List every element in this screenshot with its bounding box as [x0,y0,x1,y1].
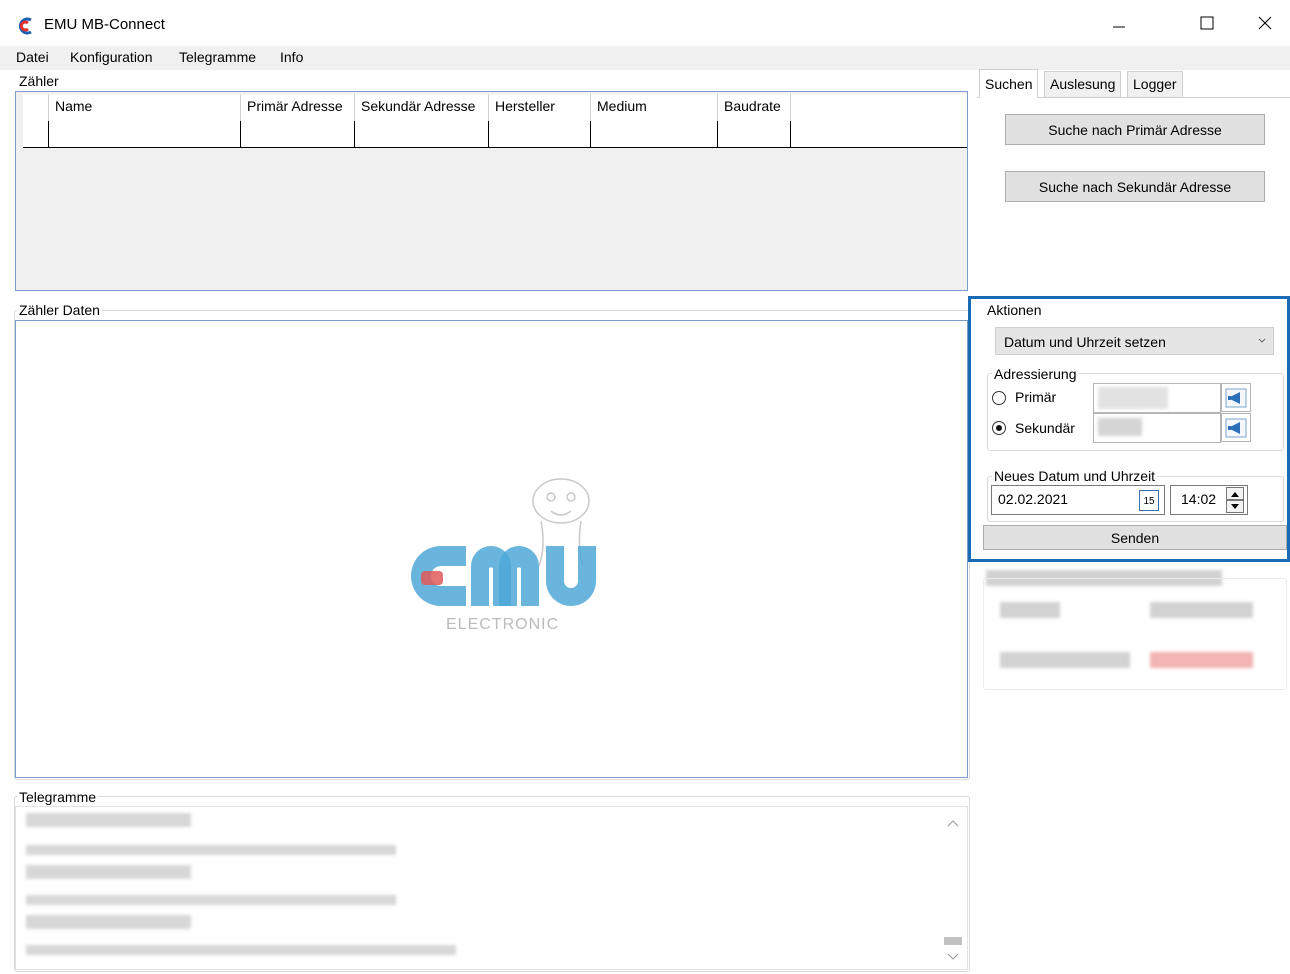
megaphone-icon [1225,388,1247,407]
minimize-button[interactable] [1090,0,1148,46]
column-primary-address[interactable]: Primär Adresse [241,94,355,121]
meter-data-panel[interactable]: ELECTRONIC [15,320,968,778]
table-cell[interactable] [355,121,489,148]
column-manufacturer[interactable]: Hersteller [489,94,591,121]
close-button[interactable] [1236,0,1290,46]
secondary-address-lookup-button[interactable] [1221,413,1251,442]
meters-group-title: Zähler [17,73,61,89]
row-header-column [23,94,49,121]
search-primary-button[interactable]: Suche nach Primär Adresse [1005,114,1265,145]
emu-logo: ELECTRONIC [410,478,596,631]
redacted-text [26,915,191,929]
action-select-value: Datum und Uhrzeit setzen [1004,334,1166,350]
menu-konfiguration[interactable]: Konfiguration [70,49,153,65]
column-baudrate[interactable]: Baudrate [718,94,791,121]
megaphone-icon [1225,418,1247,437]
title-bar: EMU MB-Connect [0,0,1290,46]
scroll-up-icon[interactable] [947,819,959,827]
table-cell[interactable] [718,121,791,148]
radio-primary-label[interactable]: Primär [1015,389,1056,405]
column-name[interactable]: Name [49,94,241,121]
radio-primary[interactable] [992,391,1006,405]
column-medium[interactable]: Medium [591,94,718,121]
menu-datei[interactable]: Datei [16,49,49,65]
redacted-text [1098,418,1142,436]
tab-logger[interactable]: Logger [1127,71,1183,98]
tab-auslesung[interactable]: Auslesung [1044,71,1122,98]
column-secondary-address[interactable]: Sekundär Adresse [355,94,489,121]
maximize-button[interactable] [1178,0,1236,46]
redacted-text [1150,652,1253,668]
table-row-header[interactable] [23,121,49,148]
table-cell[interactable] [591,121,718,148]
time-down-button[interactable] [1226,500,1244,513]
scroll-down-icon[interactable] [947,953,959,961]
table-cell[interactable] [489,121,591,148]
menu-info[interactable]: Info [280,49,303,65]
time-value: 14:02 [1181,491,1217,507]
telegram-log[interactable] [15,806,968,970]
meters-table[interactable]: Name Primär Adresse Sekundär Adresse Her… [15,91,968,291]
redacted-text [26,895,396,905]
radio-secondary-label[interactable]: Sekundär [1015,420,1075,436]
tab-suchen[interactable]: Suchen [979,69,1039,98]
primary-address-lookup-button[interactable] [1221,383,1251,412]
app-icon [18,17,32,35]
menu-bar: Datei Konfiguration Telegramme Info [0,46,1290,70]
search-secondary-button[interactable]: Suche nach Sekundär Adresse [1005,171,1265,202]
arrow-down-icon [1231,504,1239,509]
logo-subtitle: ELECTRONIC [446,616,559,631]
addressing-group-title: Adressierung [992,366,1079,382]
redacted-text [26,945,456,955]
table-cell[interactable] [49,121,241,148]
date-picker[interactable]: 02.02.2021 15 [991,485,1165,515]
meters-table-body: Name Primär Adresse Sekundär Adresse Her… [23,94,967,148]
redacted-text [1000,652,1130,668]
datetime-group-title: Neues Datum und Uhrzeit [992,468,1158,484]
scrollbar[interactable] [942,809,964,967]
arrow-up-icon [1231,492,1239,497]
redacted-text [1098,387,1168,409]
close-icon [1258,16,1272,30]
send-button[interactable]: Senden [983,525,1287,550]
date-value: 02.02.2021 [998,491,1069,507]
table-row-divider [23,147,967,148]
redacted-text [26,865,191,879]
minimize-icon [1113,26,1125,28]
primary-address-input[interactable] [1093,383,1221,413]
calendar-icon[interactable]: 15 [1139,490,1159,511]
secondary-address-input[interactable] [1093,413,1221,443]
meter-data-group-title: Zähler Daten [17,302,102,318]
redacted-info-group [983,578,1287,690]
radio-secondary[interactable] [992,421,1006,435]
chevron-down-icon [1258,338,1266,343]
menu-telegramme[interactable]: Telegramme [179,49,256,65]
time-up-button[interactable] [1226,487,1244,500]
maximize-icon [1200,16,1214,30]
table-cell[interactable] [241,121,355,148]
telegram-group-title: Telegramme [17,789,99,805]
redacted-text [26,845,396,855]
actions-group-title: Aktionen [985,302,1044,318]
action-select[interactable]: Datum und Uhrzeit setzen [995,327,1274,355]
time-picker[interactable]: 14:02 [1170,485,1248,515]
window-title: EMU MB-Connect [44,16,165,33]
redacted-text [1150,602,1253,618]
redacted-text [1000,602,1060,618]
redacted-text [26,813,191,827]
scrollbar-thumb[interactable] [944,937,962,945]
